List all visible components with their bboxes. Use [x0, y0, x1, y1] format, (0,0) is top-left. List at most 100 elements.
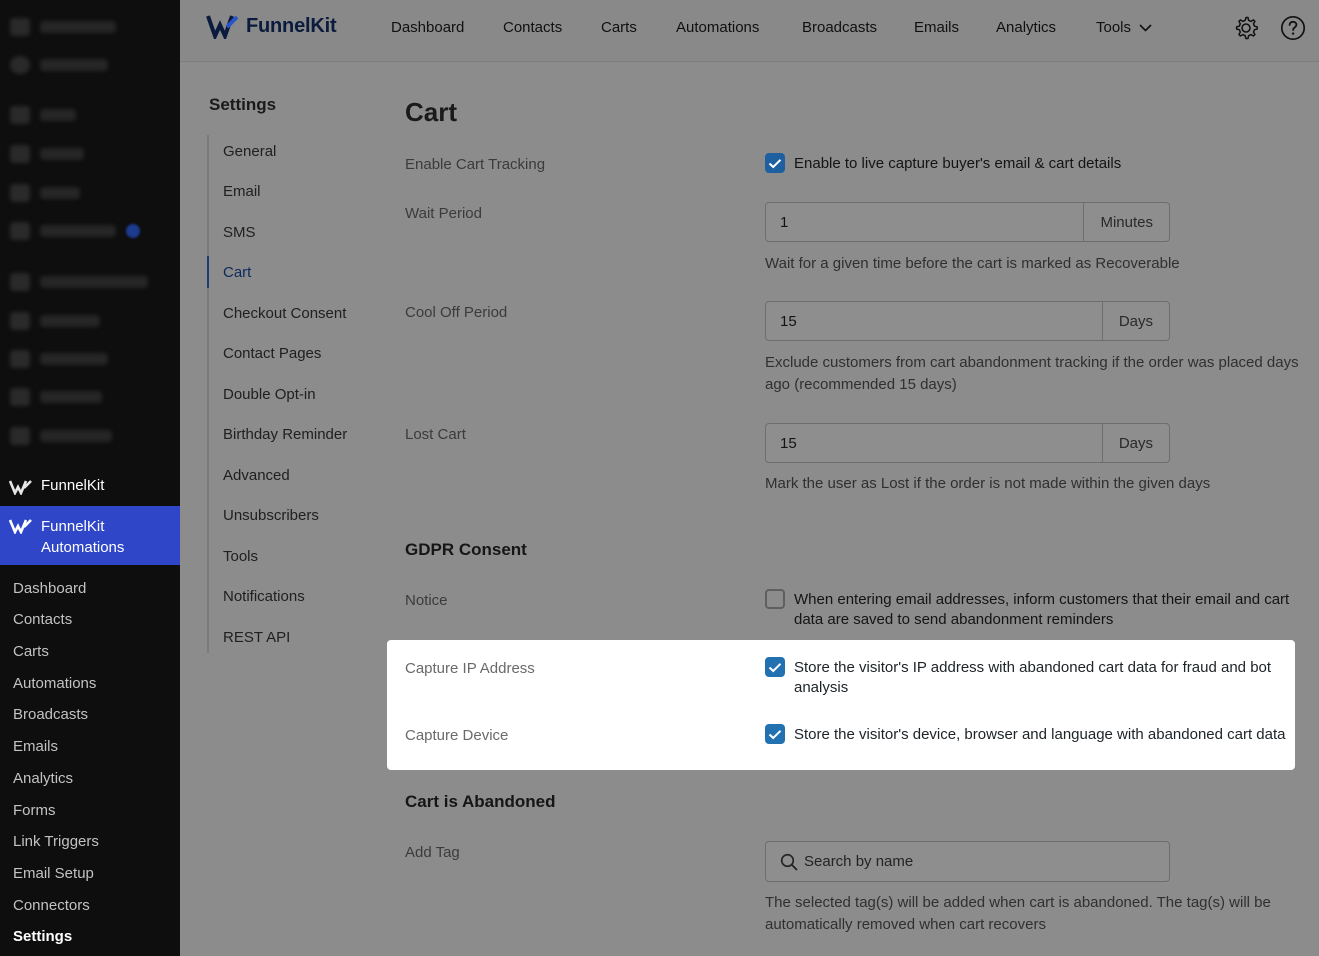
capture-ip-checkbox[interactable]	[765, 657, 785, 677]
cool-off-period-label: Cool Off Period	[405, 304, 508, 321]
blurred-menu-item	[10, 184, 80, 202]
lost-cart-input[interactable]: 15 Days	[765, 423, 1170, 463]
nav-contacts[interactable]: Contacts	[503, 19, 562, 36]
funnelkit-logo-icon	[9, 519, 32, 534]
submenu-analytics[interactable]: Analytics	[13, 770, 73, 787]
settings-nav-contact-pages[interactable]: Contact Pages	[223, 345, 321, 362]
blurred-menu-item	[10, 273, 148, 291]
checkmark-icon	[768, 662, 782, 672]
funnelkit-logo[interactable]: FunnelKit	[206, 13, 337, 39]
enable-cart-tracking-label: Enable Cart Tracking	[405, 156, 546, 173]
blurred-menu-item	[10, 145, 84, 163]
sidebar-funnelkit-label: FunnelKit	[41, 477, 105, 494]
funnelkit-logo-icon	[206, 15, 239, 39]
blurred-menu-item	[10, 56, 108, 74]
wp-admin-sidebar: FunnelKit FunnelKit Automations Dashboar…	[0, 0, 180, 956]
cart-abandoned-heading: Cart is Abandoned	[405, 792, 556, 811]
nav-carts[interactable]: Carts	[601, 19, 637, 36]
cool-off-period-unit: Days	[1101, 302, 1169, 340]
settings-nav-active-indicator	[207, 256, 209, 288]
sidebar-funnelkit[interactable]: FunnelKit	[0, 477, 180, 501]
add-tag-help: The selected tag(s) will be added when c…	[765, 894, 1271, 933]
settings-nav-notifications[interactable]: Notifications	[223, 588, 305, 605]
settings-nav-cart[interactable]: Cart	[223, 264, 251, 281]
lost-cart-unit: Days	[1101, 424, 1169, 462]
submenu-contacts[interactable]: Contacts	[13, 611, 72, 628]
notice-checkbox[interactable]	[765, 589, 785, 609]
submenu-link-triggers[interactable]: Link Triggers	[13, 833, 99, 850]
cool-off-period-help: Exclude customers from cart abandonment …	[765, 354, 1299, 393]
capture-device-text: Store the visitor's device, browser and …	[794, 726, 1286, 743]
nav-dashboard[interactable]: Dashboard	[391, 19, 464, 36]
nav-emails[interactable]: Emails	[914, 19, 959, 36]
wait-period-help: Wait for a given time before the cart is…	[765, 255, 1180, 272]
submenu-dashboard[interactable]: Dashboard	[13, 580, 86, 597]
search-icon	[780, 853, 798, 870]
gdpr-consent-heading: GDPR Consent	[405, 540, 527, 559]
cool-off-period-input[interactable]: 15 Days	[765, 301, 1170, 341]
sidebar-automations-label-line1: FunnelKit	[41, 518, 105, 535]
settings-nav-sms[interactable]: SMS	[223, 224, 256, 241]
nav-tools-label: Tools	[1096, 19, 1132, 36]
cool-off-period-value[interactable]: 15	[766, 302, 1102, 340]
sidebar-funnelkit-automations[interactable]: FunnelKit Automations	[0, 506, 180, 565]
blurred-menu-item	[10, 106, 76, 124]
lost-cart-value[interactable]: 15	[766, 424, 1102, 462]
page-title: Cart	[405, 97, 458, 127]
nav-automations[interactable]: Automations	[676, 19, 759, 36]
blurred-menu-item	[10, 350, 108, 368]
sidebar-automations-label-line2: Automations	[41, 539, 125, 556]
submenu-forms[interactable]: Forms	[13, 802, 56, 819]
checkmark-icon	[768, 729, 782, 739]
capture-ip-text: Store the visitor's IP address with aban…	[794, 659, 1272, 696]
tag-search-input[interactable]	[804, 853, 1144, 870]
wait-period-input[interactable]: 1 Minutes	[765, 202, 1170, 242]
settings-nav-unsubscribers[interactable]: Unsubscribers	[223, 507, 319, 524]
settings-nav-general[interactable]: General	[223, 143, 276, 160]
blurred-menu-item	[10, 312, 100, 330]
tag-search-field[interactable]	[765, 841, 1170, 882]
submenu-connectors[interactable]: Connectors	[13, 897, 90, 914]
submenu-emails[interactable]: Emails	[13, 738, 58, 755]
settings-nav-email[interactable]: Email	[223, 183, 261, 200]
chevron-down-icon	[1139, 23, 1152, 32]
settings-title: Settings	[209, 95, 277, 114]
add-tag-label: Add Tag	[405, 844, 460, 861]
nav-analytics[interactable]: Analytics	[996, 19, 1056, 36]
submenu-settings[interactable]: Settings	[13, 928, 72, 945]
settings-nav-rail	[207, 135, 209, 653]
lost-cart-help: Mark the user as Lost if the order is no…	[765, 475, 1211, 492]
nav-tools[interactable]: Tools	[1096, 19, 1152, 36]
submenu-carts[interactable]: Carts	[13, 643, 49, 660]
settings-nav-birthday-reminder[interactable]: Birthday Reminder	[223, 426, 347, 443]
lost-cart-label: Lost Cart	[405, 426, 466, 443]
capture-settings-highlight: Capture IP Address Store the visitor's I…	[387, 640, 1295, 770]
settings-nav-checkout-consent[interactable]: Checkout Consent	[223, 305, 346, 322]
blurred-menu-item	[10, 222, 140, 240]
funnelkit-logo-icon	[9, 480, 32, 495]
submenu-email-setup[interactable]: Email Setup	[13, 865, 94, 882]
submenu-broadcasts[interactable]: Broadcasts	[13, 706, 88, 723]
nav-broadcasts[interactable]: Broadcasts	[802, 19, 877, 36]
help-icon[interactable]	[1280, 15, 1306, 41]
blurred-menu-item	[10, 427, 112, 445]
capture-ip-label: Capture IP Address	[405, 660, 535, 677]
enable-cart-tracking-checkbox[interactable]	[765, 153, 785, 173]
wait-period-unit: Minutes	[1083, 203, 1169, 241]
settings-nav-rest-api[interactable]: REST API	[223, 629, 290, 646]
settings-nav-tools[interactable]: Tools	[223, 548, 258, 565]
capture-device-label: Capture Device	[405, 727, 509, 744]
settings-nav-advanced[interactable]: Advanced	[223, 467, 290, 484]
notice-label: Notice	[405, 592, 448, 609]
gear-icon[interactable]	[1233, 15, 1259, 41]
enable-cart-tracking-text: Enable to live capture buyer's email & c…	[794, 155, 1122, 172]
settings-nav-double-opt-in[interactable]: Double Opt-in	[223, 386, 316, 403]
blurred-menu-item	[10, 18, 116, 36]
notice-text: When entering email addresses, inform cu…	[794, 591, 1290, 628]
blurred-menu-item	[10, 388, 102, 406]
wait-period-value[interactable]: 1	[766, 203, 1083, 241]
submenu-automations[interactable]: Automations	[13, 675, 96, 692]
capture-device-checkbox[interactable]	[765, 724, 785, 744]
wait-period-label: Wait Period	[405, 205, 482, 222]
logo-text: FunnelKit	[246, 14, 337, 37]
